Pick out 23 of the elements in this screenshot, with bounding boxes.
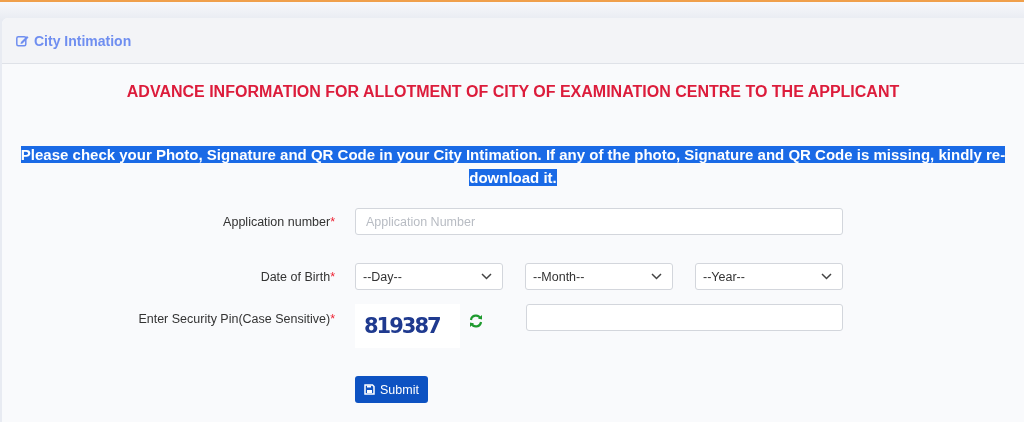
notice-text: Please check your Photo, Signature and QR Code in your City Intimation. If any of the photo, Signature and QR Code is missing, kindly re-	[20, 146, 1006, 163]
dropdown[interactable]: --Month--	[525, 263, 673, 290]
notice-text: download it.	[469, 169, 557, 186]
dropdown[interactable]: --Day--	[355, 263, 503, 290]
edit-icon	[16, 34, 29, 47]
submit-button[interactable]: Submit	[355, 376, 428, 403]
chevron-icon	[481, 273, 492, 280]
card-title: City Intimation	[34, 32, 132, 49]
field-label: Enter Security Pin(Case Sensitive)	[138, 312, 331, 326]
chevron-icon	[821, 273, 832, 280]
dropdown[interactable]: --Year--	[695, 263, 843, 290]
field-label: Date of Birth	[260, 269, 331, 284]
required-mark: *	[330, 269, 335, 284]
required-mark: *	[330, 312, 335, 326]
required-mark: *	[330, 214, 335, 229]
security-pin-field[interactable]	[525, 304, 843, 331]
refresh-icon[interactable]	[468, 314, 483, 328]
page-heading: ADVANCE INFORMATION FOR ALLOTMENT OF CITY OF EXAMINATION CENTRE TO THE APPLICANT	[125, 83, 901, 101]
save-icon	[364, 384, 375, 395]
chevron-icon	[651, 273, 662, 280]
application-number-field[interactable]: Application Number	[355, 208, 843, 235]
captcha-image: 819387	[355, 304, 460, 348]
field-label: Application number	[223, 214, 331, 229]
